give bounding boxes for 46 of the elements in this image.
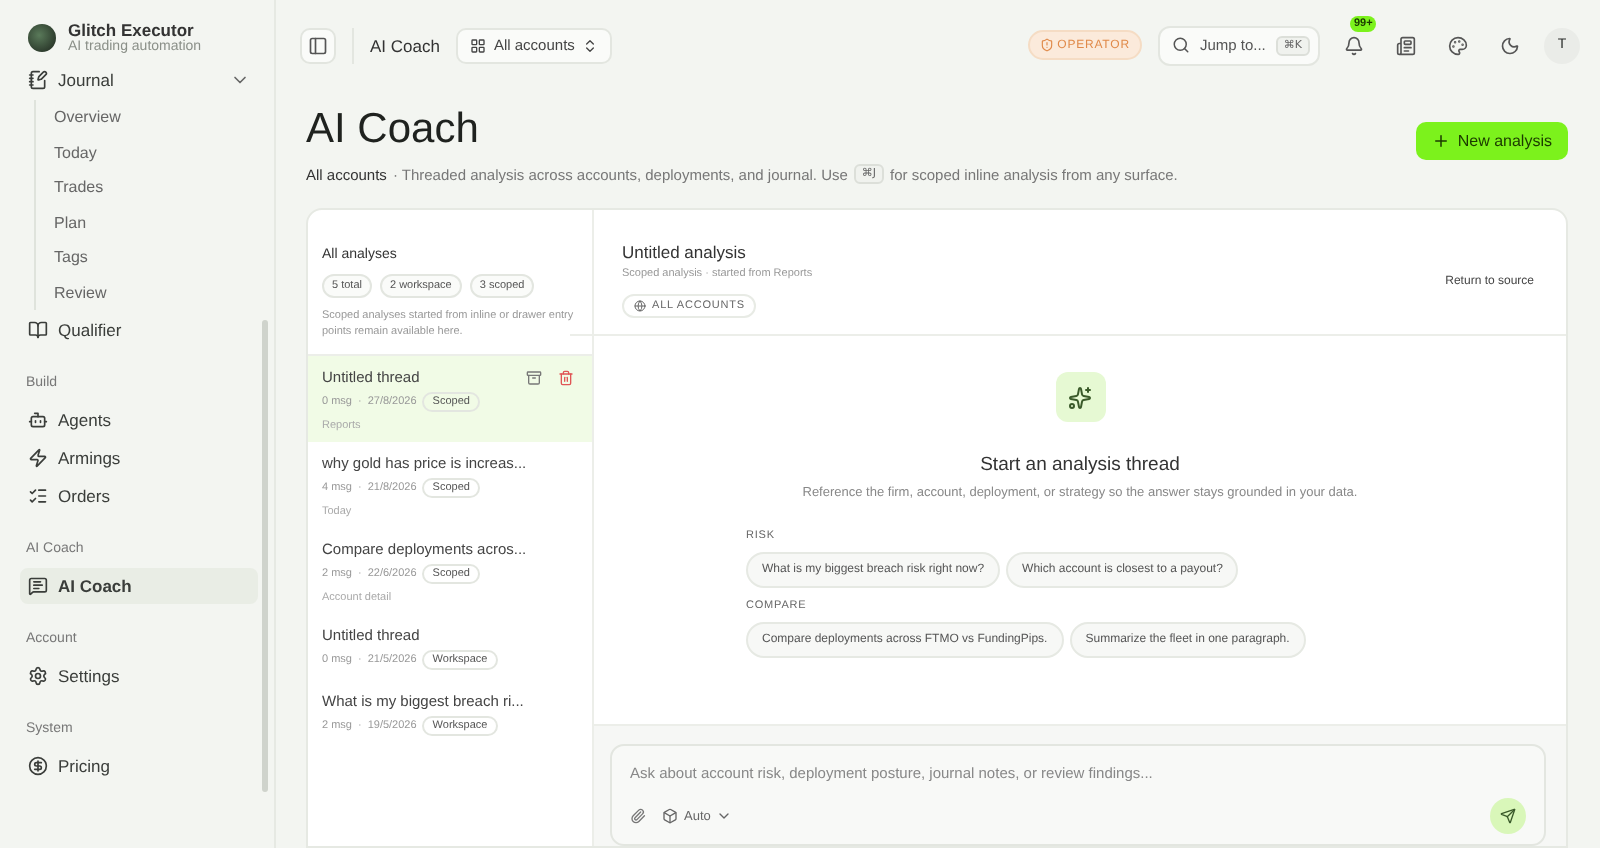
page-title: AI Coach: [306, 106, 481, 154]
bolt-icon: [28, 448, 48, 468]
sparkle-icon: [1055, 372, 1105, 422]
shield-icon: [1039, 38, 1054, 52]
dollar-icon: [28, 756, 48, 776]
send-icon: [1500, 808, 1516, 824]
chat-icon: [28, 576, 48, 596]
nav-item[interactable]: AI Coach: [20, 568, 258, 604]
nav-item[interactable]: Qualifier: [20, 312, 258, 348]
brand-name: Glitch Executor: [68, 20, 194, 40]
empty-title: Start an analysis thread: [980, 454, 1180, 476]
scrollbar[interactable]: [262, 320, 268, 792]
nav-subitem[interactable]: Review: [54, 275, 274, 310]
grid-icon: [469, 37, 486, 53]
search-icon: [1171, 36, 1190, 54]
trash-icon[interactable]: [558, 369, 574, 386]
chevron-icon: [716, 808, 733, 824]
sidebar-toggle-icon[interactable]: [300, 27, 336, 63]
send-button[interactable]: [1490, 798, 1526, 834]
archive-icon[interactable]: [526, 369, 542, 386]
nav-item[interactable]: Armings: [20, 440, 258, 476]
cube-icon: [662, 808, 678, 824]
bell-icon[interactable]: [1344, 35, 1364, 55]
nav-subitem[interactable]: Today: [54, 135, 274, 170]
chevron-icon: [582, 37, 599, 53]
nav-item[interactable]: Journal: [20, 62, 258, 98]
nav-subitem[interactable]: Overview: [54, 100, 274, 135]
new-analysis-button[interactable]: New analysis: [1415, 122, 1568, 160]
breadcrumb: AI Coach: [352, 27, 440, 63]
conversation-title: Untitled analysis: [622, 242, 748, 262]
nav-item[interactable]: Orders: [20, 478, 258, 514]
nav-subitem[interactable]: Plan: [54, 205, 274, 240]
list-icon: [28, 486, 48, 506]
settings-icon: [28, 666, 48, 686]
plus-icon: [1431, 132, 1450, 150]
nav-subitem[interactable]: Tags: [54, 240, 274, 275]
paperclip-icon[interactable]: [630, 808, 646, 824]
robot-icon: [28, 410, 48, 430]
journal-icon: [28, 70, 48, 90]
nav-item[interactable]: Pricing: [20, 748, 258, 784]
nav-subitem[interactable]: Trades: [54, 170, 274, 205]
nav-item[interactable]: Agents: [20, 402, 258, 438]
logo-icon: [28, 23, 56, 51]
book-icon: [28, 320, 48, 340]
nav-item[interactable]: Settings: [20, 658, 258, 694]
globe-icon: [634, 300, 646, 312]
